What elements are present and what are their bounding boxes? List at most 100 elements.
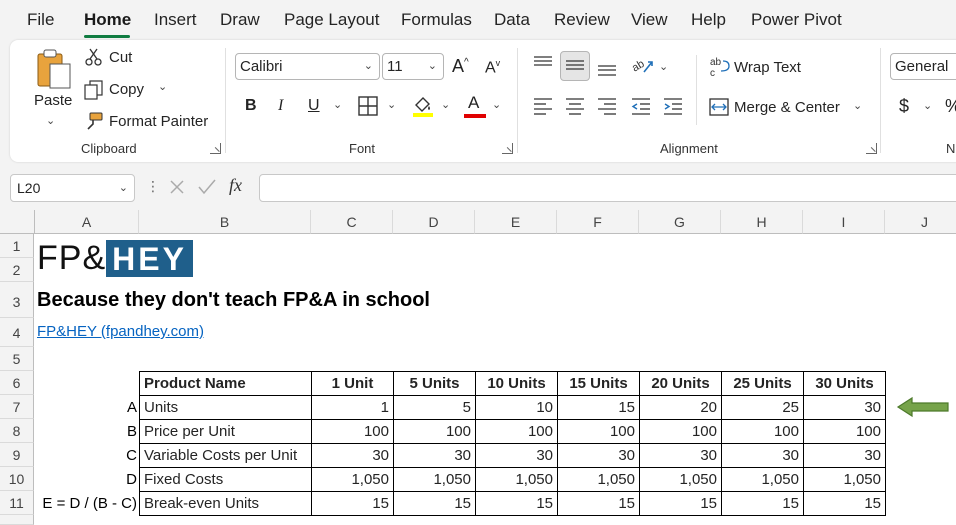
align-left-icon[interactable] <box>532 96 554 116</box>
insert-function-button[interactable]: fx <box>229 175 242 196</box>
fill-color-icon[interactable] <box>411 94 435 118</box>
top-align-icon[interactable] <box>532 54 554 74</box>
copy-icon[interactable] <box>84 80 104 100</box>
borders-dropdown-icon[interactable]: ⌄ <box>387 98 396 111</box>
align-right-icon[interactable] <box>596 96 618 116</box>
row-header-7[interactable]: 7 <box>0 395 34 419</box>
table-value-cell[interactable]: 1,050 <box>393 467 476 492</box>
italic-button[interactable]: I <box>278 97 283 115</box>
menu-data[interactable]: Data <box>494 10 530 30</box>
decrease-indent-icon[interactable] <box>630 96 652 116</box>
increase-font-size-button[interactable]: A^ <box>452 56 469 77</box>
table-value-cell[interactable]: 20 <box>639 395 722 420</box>
row-header-6[interactable]: 6 <box>0 371 34 395</box>
table-row-label-cell[interactable]: Fixed Costs <box>139 467 312 492</box>
table-value-cell[interactable]: 100 <box>803 419 886 444</box>
font-color-button[interactable]: A <box>464 93 486 119</box>
row-header-5[interactable]: 5 <box>0 347 34 371</box>
table-value-cell[interactable]: 30 <box>311 443 394 468</box>
format-painter-icon[interactable] <box>84 111 104 131</box>
column-header-h[interactable]: H <box>721 210 803 234</box>
row-header-9[interactable]: 9 <box>0 443 34 467</box>
more-options-icon[interactable]: ⋮ <box>146 178 160 195</box>
scissors-icon[interactable] <box>85 48 103 66</box>
cancel-icon[interactable] <box>168 178 186 196</box>
website-link[interactable]: FP&HEY (fpandhey.com) <box>37 323 204 340</box>
number-format-combo[interactable]: General <box>890 53 956 80</box>
table-value-cell[interactable]: 15 <box>311 491 394 516</box>
table-value-cell[interactable]: 15 <box>393 491 476 516</box>
table-value-cell[interactable]: 30 <box>721 443 804 468</box>
menu-formulas[interactable]: Formulas <box>401 10 472 30</box>
table-value-cell[interactable]: 1 <box>311 395 394 420</box>
column-header-c[interactable]: C <box>311 210 393 234</box>
row-header-1[interactable]: 1 <box>0 234 34 258</box>
table-value-cell[interactable]: 1,050 <box>721 467 804 492</box>
table-header-cell[interactable]: 1 Unit <box>311 371 394 396</box>
row-header-12[interactable] <box>0 515 34 525</box>
column-header-j[interactable]: J <box>885 210 956 234</box>
table-header-cell[interactable]: Product Name <box>139 371 312 396</box>
table-value-cell[interactable]: 15 <box>557 491 640 516</box>
row-header-2[interactable]: 2 <box>0 258 34 282</box>
percent-format-button[interactable]: % <box>945 96 956 117</box>
row-header-11[interactable]: 11 <box>0 491 34 515</box>
table-value-cell[interactable]: 15 <box>557 395 640 420</box>
middle-align-button[interactable] <box>560 51 590 81</box>
merge-center-dropdown-icon[interactable]: ⌄ <box>853 99 862 112</box>
currency-dropdown-icon[interactable]: ⌄ <box>923 99 932 112</box>
row-header-4[interactable]: 4 <box>0 318 34 347</box>
row-header-8[interactable]: 8 <box>0 419 34 443</box>
increase-indent-icon[interactable] <box>662 96 684 116</box>
column-header-a[interactable]: A <box>35 210 139 234</box>
table-header-cell[interactable]: 15 Units <box>557 371 640 396</box>
menu-draw[interactable]: Draw <box>220 10 260 30</box>
merge-center-button[interactable]: Merge & Center <box>734 99 840 116</box>
menu-page-layout[interactable]: Page Layout <box>284 10 379 30</box>
font-name-combo[interactable]: Calibri ⌄ <box>235 53 380 80</box>
column-header-i[interactable]: I <box>803 210 885 234</box>
table-value-cell[interactable]: 15 <box>475 491 558 516</box>
menu-file[interactable]: File <box>27 10 54 30</box>
table-value-cell[interactable]: 100 <box>721 419 804 444</box>
wrap-text-icon[interactable]: ab c <box>709 56 731 78</box>
copy-dropdown-icon[interactable]: ⌄ <box>158 80 167 93</box>
wrap-text-button[interactable]: Wrap Text <box>734 59 801 76</box>
column-header-e[interactable]: E <box>475 210 557 234</box>
table-header-cell[interactable]: 10 Units <box>475 371 558 396</box>
font-color-dropdown-icon[interactable]: ⌄ <box>492 98 501 111</box>
enter-check-icon[interactable] <box>197 178 217 196</box>
table-value-cell[interactable]: 30 <box>803 395 886 420</box>
table-value-cell[interactable]: 1,050 <box>803 467 886 492</box>
table-row-label-cell[interactable]: Price per Unit <box>139 419 312 444</box>
menu-home[interactable]: Home <box>84 10 131 30</box>
table-value-cell[interactable]: 30 <box>393 443 476 468</box>
table-value-cell[interactable]: 15 <box>639 491 722 516</box>
table-value-cell[interactable]: 5 <box>393 395 476 420</box>
fill-color-dropdown-icon[interactable]: ⌄ <box>441 98 450 111</box>
underline-button[interactable]: U <box>308 97 320 115</box>
table-header-cell[interactable]: 20 Units <box>639 371 722 396</box>
table-value-cell[interactable]: 30 <box>639 443 722 468</box>
column-header-b[interactable]: B <box>139 210 311 234</box>
cut-button[interactable]: Cut <box>109 49 132 66</box>
table-value-cell[interactable]: 1,050 <box>311 467 394 492</box>
name-box[interactable]: L20 ⌄ <box>10 174 135 202</box>
currency-format-button[interactable]: $ <box>899 96 909 117</box>
paste-dropdown-icon[interactable]: ⌄ <box>46 114 55 127</box>
paste-icon[interactable] <box>34 48 74 90</box>
table-value-cell[interactable]: 1,050 <box>557 467 640 492</box>
menu-review[interactable]: Review <box>554 10 610 30</box>
font-size-combo[interactable]: 11 ⌄ <box>382 53 444 80</box>
align-center-icon[interactable] <box>564 96 586 116</box>
table-value-cell[interactable]: 1,050 <box>639 467 722 492</box>
table-value-cell[interactable]: 15 <box>803 491 886 516</box>
column-header-d[interactable]: D <box>393 210 475 234</box>
menu-view[interactable]: View <box>631 10 668 30</box>
alignment-launcher-icon[interactable] <box>866 143 877 154</box>
table-row-label-cell[interactable]: Units <box>139 395 312 420</box>
orientation-icon[interactable]: ab <box>630 54 654 76</box>
select-all-corner[interactable] <box>0 210 35 234</box>
chevron-down-icon[interactable]: ⌄ <box>428 59 437 72</box>
table-value-cell[interactable]: 30 <box>475 443 558 468</box>
